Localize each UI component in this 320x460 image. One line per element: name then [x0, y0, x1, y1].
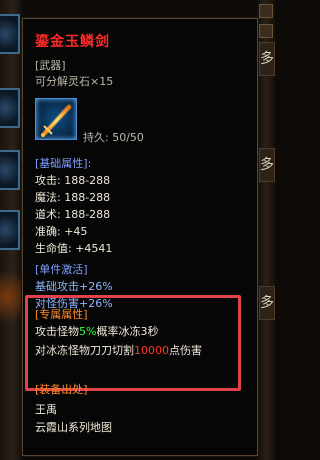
inventory-slot[interactable]	[0, 150, 20, 190]
panel-button[interactable]	[259, 24, 273, 38]
attack-stat: 攻击: 188-288	[35, 174, 111, 187]
exclusive-effect-2: 对冰冻怪物刀刀切割10000点伤害	[35, 344, 202, 357]
decompose-info: 可分解灵石×15	[35, 75, 114, 88]
exclusive-effect-1: 攻击怪物5%概率冰冻3秒	[35, 325, 159, 338]
right-tab-3[interactable]: 多	[259, 286, 275, 320]
inventory-slot[interactable]	[0, 210, 20, 250]
base-attr-header: [基础属性]:	[35, 157, 92, 170]
item-type: [武器]	[35, 59, 66, 72]
exclusive-header: [专属属性]	[35, 308, 88, 321]
source-map: 云霞山系列地图	[35, 421, 112, 434]
right-tab-2[interactable]: 多	[259, 148, 275, 182]
source-npc: 王禹	[35, 403, 57, 416]
panel-button[interactable]	[259, 4, 273, 18]
source-header: [装备出处]	[35, 383, 88, 396]
right-tab-1[interactable]: 多	[259, 42, 275, 76]
item-name: 鎏金玉鳞剑	[35, 34, 110, 50]
sword-icon	[35, 98, 77, 140]
item-tooltip: 鎏金玉鳞剑 [武器] 可分解灵石×15 持久: 50/50 [基础属性]: 攻击…	[22, 18, 258, 456]
single-bonus-1: 基础攻击+26%	[35, 280, 113, 293]
tao-stat: 道术: 188-288	[35, 208, 111, 221]
single-activation-header: [单件激活]	[35, 263, 88, 276]
left-inventory-column	[0, 0, 22, 460]
inventory-slot[interactable]	[0, 14, 20, 54]
inventory-slot[interactable]	[0, 88, 20, 128]
magic-stat: 魔法: 188-288	[35, 191, 111, 204]
accuracy-stat: 准确: +45	[35, 225, 88, 238]
fire-glow	[0, 262, 22, 332]
hp-stat: 生命值: +4541	[35, 242, 113, 255]
right-panel-edge: 多 多 多	[257, 0, 275, 460]
durability: 持久: 50/50	[83, 131, 144, 144]
